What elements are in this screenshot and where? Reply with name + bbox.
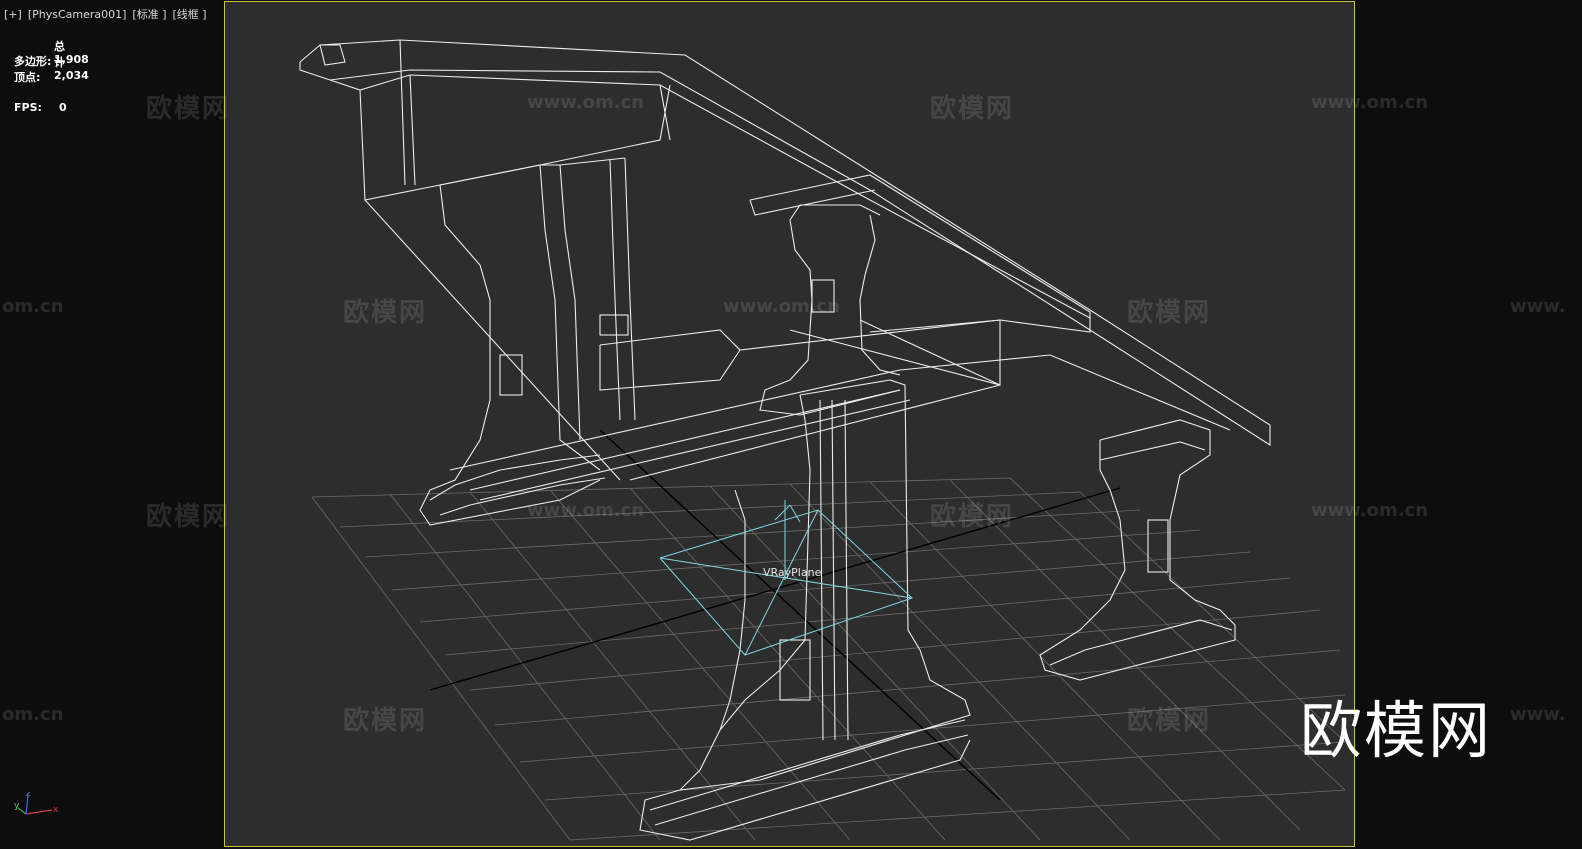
viewport-shading-standard[interactable]: [标准 ] — [132, 8, 166, 21]
stats-polygons-label: 多边形: — [14, 55, 52, 68]
stats-fps-label: FPS: — [14, 101, 42, 114]
viewport[interactable]: [+] [PhysCamera001] [标准 ] [线框 ] 总计 多边形: 1,9… — [0, 0, 1582, 849]
grid-axis-lines — [429, 429, 1121, 801]
axis-x-label: x — [53, 805, 59, 815]
ground-grid — [311, 477, 1346, 841]
stats-vertices-value: 2,034 — [54, 69, 89, 82]
logo-watermark: 欧模网 — [1300, 694, 1493, 767]
stats-fps-value: 0 — [59, 101, 67, 114]
vray-plane-label: VRayPlane — [763, 566, 822, 579]
table-wireframe — [299, 39, 1271, 841]
axis-y-label: y — [14, 801, 20, 811]
stats-vertices-label: 顶点: — [14, 71, 41, 84]
viewport-camera-label[interactable]: [PhysCamera001] — [28, 8, 127, 21]
viewport-shading-wireframe[interactable]: [线框 ] — [173, 8, 207, 21]
stats-polygons-row: 多边形: 1,908 — [14, 53, 89, 69]
stats-fps-row: FPS: 0 — [14, 101, 67, 114]
stats-polygons-value: 1,908 — [54, 53, 89, 66]
viewport-menu-plus[interactable]: [+] — [4, 8, 22, 21]
viewport-label[interactable]: [+] [PhysCamera001] [标准 ] [线框 ] — [4, 6, 213, 22]
axis-tripod-icon: x z y — [14, 792, 59, 815]
axis-z-label: z — [26, 792, 31, 799]
stats-vertices-row: 顶点: 2,034 — [14, 69, 89, 85]
